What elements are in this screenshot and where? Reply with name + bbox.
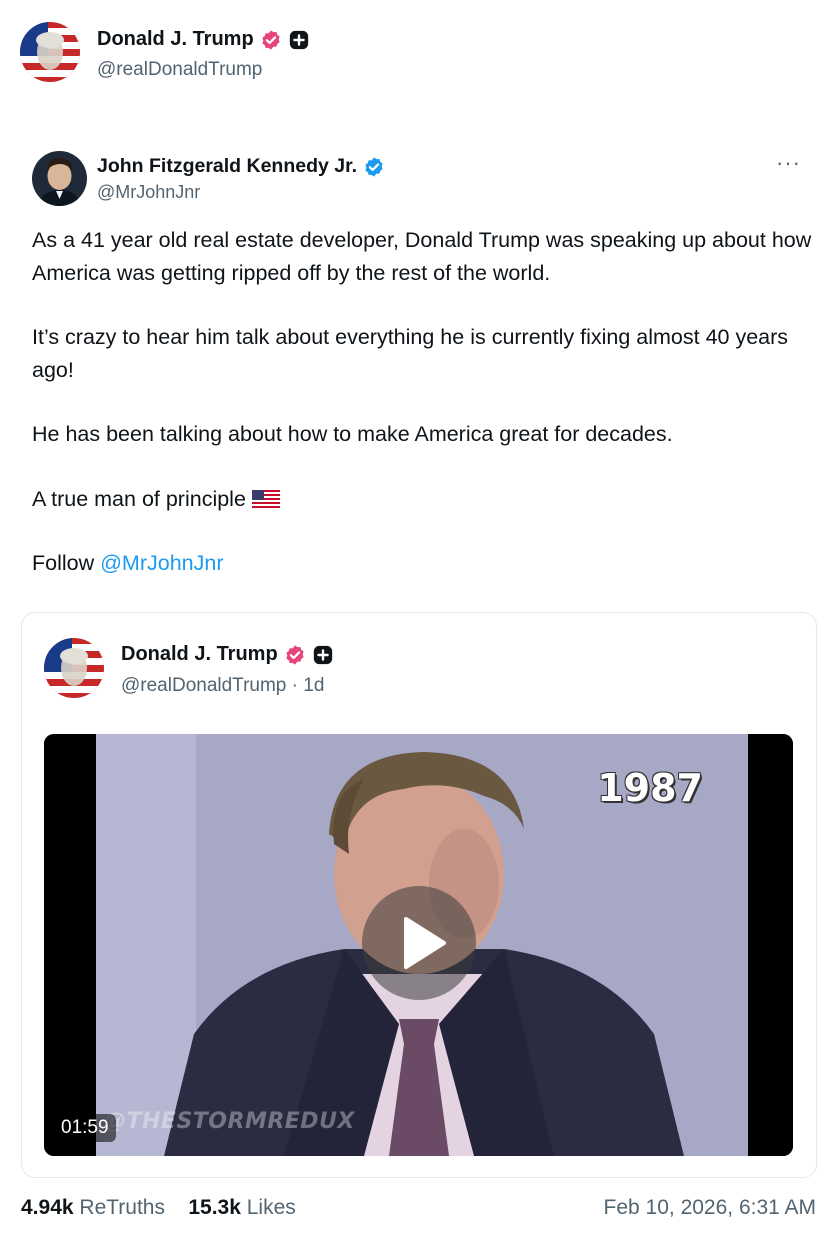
- video-duration: 01:59: [54, 1114, 116, 1142]
- quoted-author-name-text: Donald J. Trump: [121, 643, 278, 665]
- us-flag-icon: [251, 485, 280, 508]
- play-button[interactable]: [362, 886, 476, 1000]
- likes-count: 15.3k: [188, 1196, 241, 1219]
- post-stats: 4.94k ReTruths 15.3k Likes: [21, 1196, 296, 1220]
- avatar-jfk[interactable]: [32, 151, 87, 206]
- verified-badge-icon: [284, 644, 306, 666]
- author-handle[interactable]: @realDonaldTrump: [97, 59, 262, 81]
- post-body: As a 41 year old real estate developer, …: [32, 224, 812, 580]
- video-year-overlay: 1987: [597, 766, 703, 810]
- likes-stat[interactable]: 15.3k Likes: [188, 1196, 295, 1219]
- more-options-button[interactable]: ···: [776, 150, 801, 176]
- follow-line: Follow @MrJohnJnr: [32, 547, 812, 580]
- quoted-author-name[interactable]: Donald J. Trump: [121, 643, 334, 666]
- mention-link[interactable]: @MrJohnJnr: [100, 551, 223, 575]
- follow-prefix: Follow: [32, 551, 101, 575]
- retruths-label: ReTruths: [79, 1196, 165, 1219]
- post-paragraph-text: A true man of principle: [32, 486, 246, 511]
- retruths-stat[interactable]: 4.94k ReTruths: [21, 1196, 165, 1219]
- quoted-avatar-trump[interactable]: [44, 638, 104, 698]
- post-timestamp[interactable]: Feb 10, 2026, 6:31 AM: [604, 1196, 816, 1220]
- video-player[interactable]: 1987 @THESTORMREDUX 01:59: [44, 734, 793, 1156]
- post-paragraph: As a 41 year old real estate developer, …: [32, 228, 812, 285]
- avatar-trump[interactable]: [20, 22, 80, 82]
- verified-badge-icon: [363, 156, 385, 178]
- plus-badge-icon: [288, 29, 310, 51]
- post-author-handle[interactable]: @MrJohnJnr: [97, 182, 200, 203]
- plus-badge-icon: [312, 644, 334, 666]
- likes-label: Likes: [246, 1196, 296, 1219]
- post-author-name-text: John Fitzgerald Kennedy Jr.: [97, 155, 358, 177]
- post-paragraph: He has been talking about how to make Am…: [32, 422, 673, 446]
- author-name[interactable]: Donald J. Trump: [97, 28, 310, 51]
- author-name-text: Donald J. Trump: [97, 28, 254, 50]
- verified-badge-icon: [260, 29, 282, 51]
- play-icon: [404, 917, 446, 969]
- video-watermark: @THESTORMREDUX: [104, 1109, 355, 1134]
- post-author-name[interactable]: John Fitzgerald Kennedy Jr.: [97, 155, 385, 178]
- post-paragraph: It’s crazy to hear him talk about everyt…: [32, 325, 789, 382]
- quoted-author-handle[interactable]: @realDonaldTrump · 1d: [121, 675, 324, 697]
- retruths-count: 4.94k: [21, 1196, 74, 1219]
- post-paragraph-principle: A true man of principle: [32, 483, 812, 516]
